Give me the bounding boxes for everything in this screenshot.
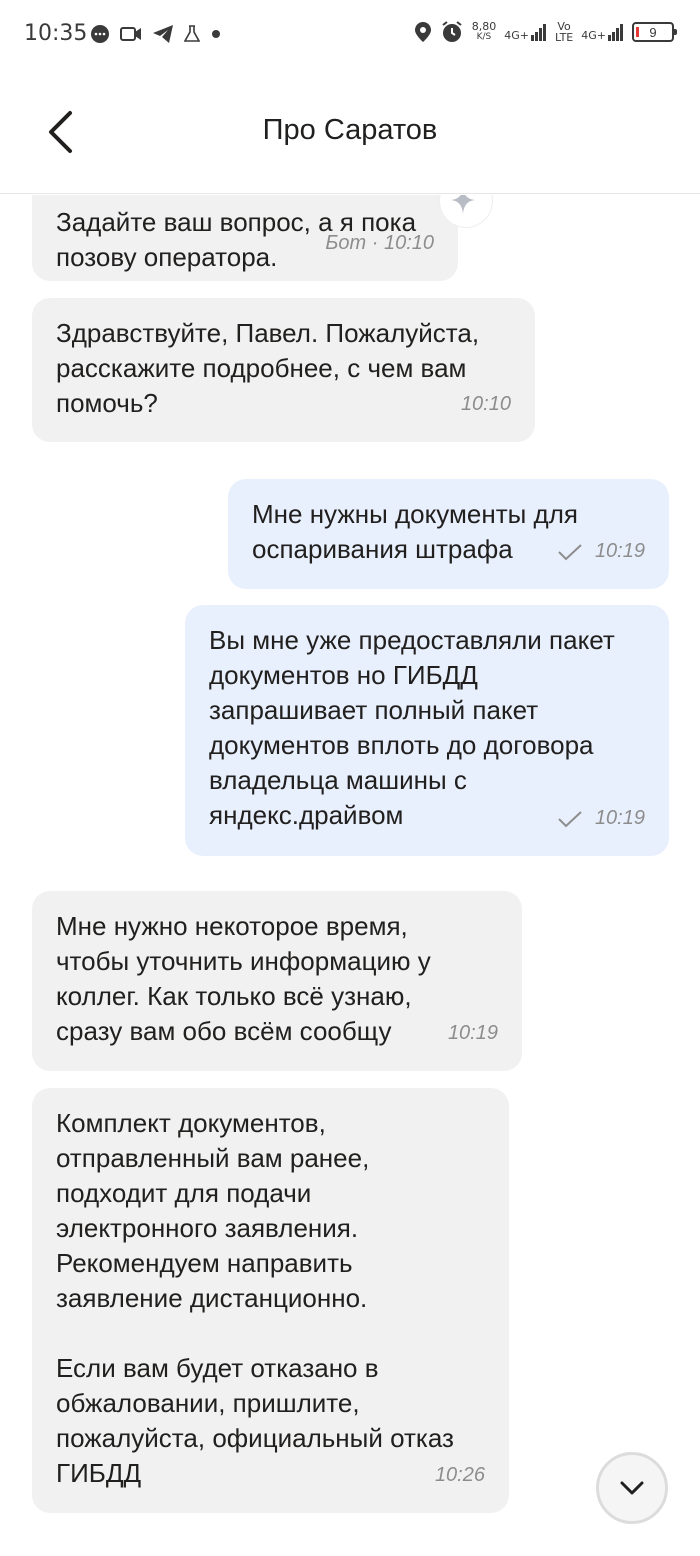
message-text: Мне нужно некоторое время, чтобы уточнит… — [56, 911, 431, 1046]
chat-header: Про Саратов — [0, 70, 700, 194]
message-time: 10:19 — [594, 807, 645, 829]
signal-bars-icon — [608, 24, 623, 41]
message-meta: 10:19 — [448, 1016, 498, 1051]
check-icon — [558, 810, 582, 827]
signal-1: 4G+ — [504, 23, 547, 41]
status-bar: 10:35 8,80 K/S 4G+ Vo LTE 4G+ 9 — [0, 0, 700, 70]
sparkle-icon — [451, 195, 476, 214]
check-icon — [558, 543, 582, 560]
message-meta: 10:19 — [557, 801, 645, 836]
page-title: Про Саратов — [262, 114, 438, 146]
video-camera-icon — [120, 27, 141, 41]
battery-level: 9 — [649, 24, 657, 40]
network-type-2: 4G+ — [581, 29, 606, 42]
message-bubble-outgoing: Вы мне уже предоставляли пакет документо… — [185, 605, 669, 856]
message-bubble-outgoing: Мне нужны документы для оспаривания штра… — [228, 479, 669, 589]
scroll-to-bottom-button[interactable] — [596, 1452, 668, 1524]
status-system-icons: 8,80 K/S 4G+ Vo LTE 4G+ 9 — [414, 20, 677, 44]
volte-indicator: Vo LTE — [555, 21, 573, 43]
message-meta: Бот · 10:10 — [325, 226, 434, 261]
message-meta: 10:26 — [435, 1458, 485, 1493]
telegram-icon — [153, 25, 173, 43]
flask-icon — [184, 25, 200, 42]
signal-2: 4G+ — [581, 23, 624, 41]
message-meta: 10:10 — [461, 387, 511, 422]
chat-notification-icon — [91, 25, 109, 43]
chevron-down-icon — [620, 1481, 644, 1495]
signal-bars-icon — [530, 24, 546, 41]
message-bubble-incoming: Мне нужно некоторое время, чтобы уточнит… — [32, 891, 522, 1071]
message-bubble-incoming: Здравствуйте, Павел. Пожалуйста, расскаж… — [32, 298, 535, 442]
location-icon — [414, 22, 431, 42]
message-time: 10:26 — [434, 1464, 485, 1486]
status-time: 10:35 — [24, 21, 88, 46]
message-time: 10:19 — [447, 1022, 498, 1044]
message-bubble-incoming: Задайте ваш вопрос, а я пока позову опер… — [32, 195, 492, 281]
volte-bottom: LTE — [554, 31, 574, 44]
net-speed-value: 8,80 — [471, 20, 497, 33]
alarm-icon — [442, 21, 462, 42]
message-bubble-incoming: Комплект документов, отправленный вам ра… — [32, 1088, 509, 1513]
bot-avatar — [440, 195, 492, 227]
message-text: Здравствуйте, Павел. Пожалуйста, расскаж… — [56, 318, 480, 418]
message-time: 10:10 — [460, 393, 511, 415]
dot-icon — [212, 30, 220, 38]
battery-icon: 9 — [632, 22, 677, 42]
status-notification-icons — [90, 24, 222, 44]
message-time: 10:19 — [594, 540, 645, 562]
net-speed-unit: K/S — [476, 32, 492, 42]
message-text: Комплект документов, отправленный вам ра… — [56, 1108, 454, 1488]
message-meta: 10:19 — [557, 534, 645, 569]
message-time: Бот · 10:10 — [325, 232, 434, 254]
message-list[interactable]: Задайте ваш вопрос, а я пока позову опер… — [0, 195, 700, 1556]
network-type-1: 4G+ — [504, 29, 529, 42]
net-speed: 8,80 K/S — [472, 21, 497, 43]
